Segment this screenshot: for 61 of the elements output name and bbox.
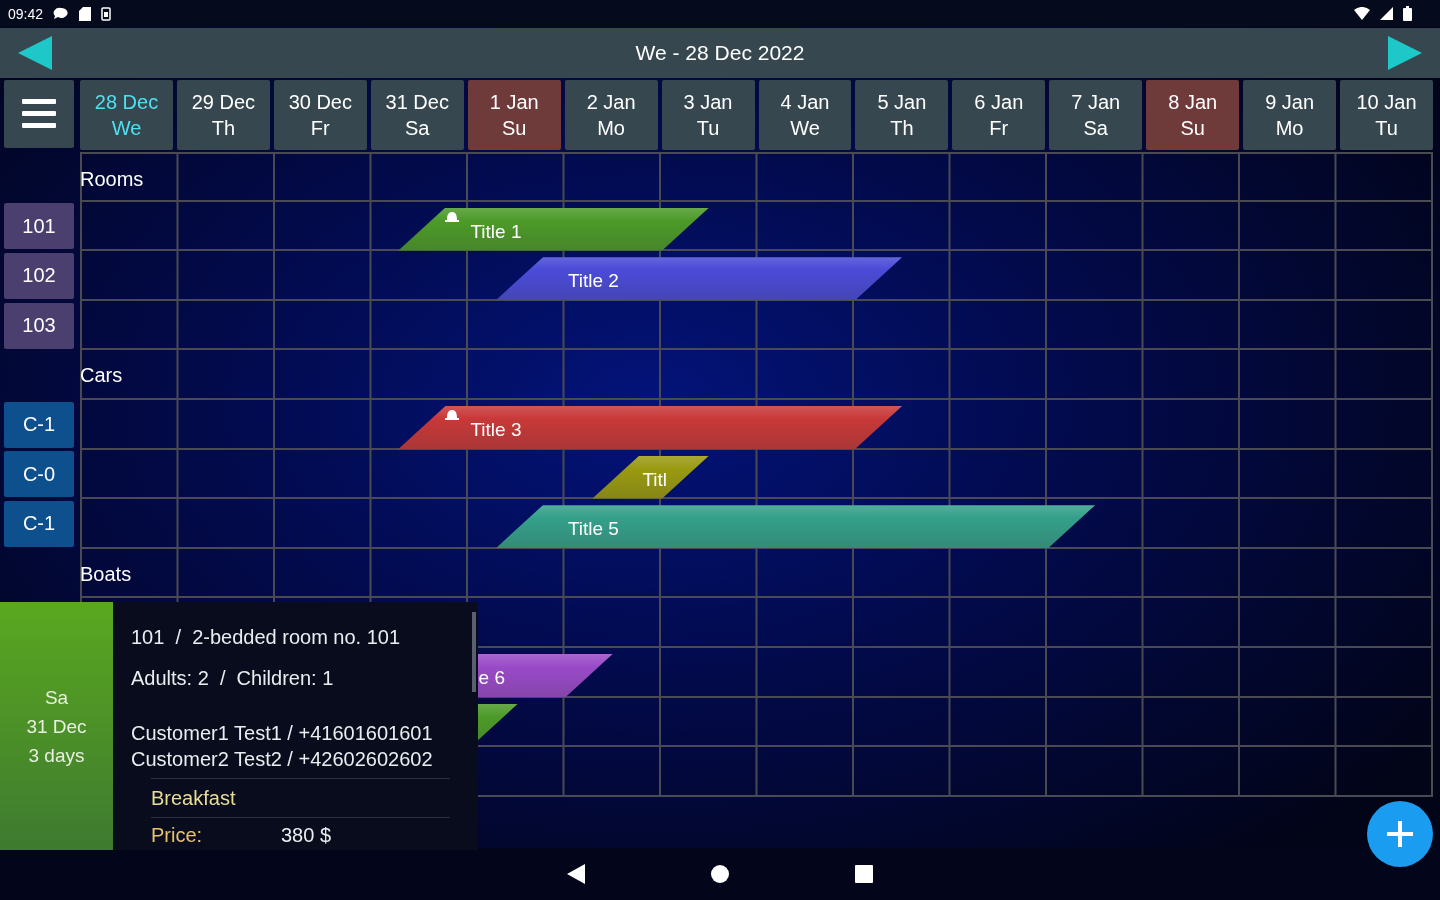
day-tab[interactable]: 30 Dec Fr	[273, 80, 367, 150]
day-tab[interactable]: 31 Dec Sa	[370, 80, 464, 150]
customer-info: Customer1 Test1 / +41601601601	[131, 721, 434, 746]
booking-title: e 6	[478, 666, 506, 689]
booking-title: Title 2	[567, 270, 619, 293]
menu-button[interactable]	[4, 80, 74, 148]
day-tab[interactable]: 3 Jan Tu	[661, 80, 755, 150]
section-label: Cars	[80, 364, 123, 388]
signal-icon	[1380, 7, 1393, 20]
day-tab[interactable]: 6 Jan Fr	[952, 80, 1046, 150]
booking-bar[interactable]: Title 5	[495, 505, 1096, 549]
left-arrow-icon	[18, 35, 54, 71]
sim-icon	[101, 6, 112, 21]
booking-title: Title 5	[567, 518, 619, 541]
resource-label[interactable]: C-0	[4, 451, 74, 498]
popup-duration: 3 days	[28, 743, 85, 768]
booking-bar[interactable]: Title 1	[398, 207, 710, 251]
resource-label[interactable]: C-1	[4, 500, 74, 547]
battery-icon	[1403, 6, 1412, 21]
status-time: 09:42	[8, 5, 44, 22]
resource-label[interactable]: C-1	[4, 401, 74, 448]
section-label: Rooms	[80, 168, 144, 191]
chat-icon	[53, 6, 70, 21]
day-tab[interactable]: 8 Jan Su	[1146, 80, 1240, 150]
booking-bar[interactable]: Title 3	[398, 405, 903, 449]
booking-title: Title 3	[470, 418, 522, 441]
section-label: Boats	[80, 562, 132, 586]
day-tab[interactable]: 28 Dec We	[80, 80, 173, 150]
previous-button[interactable]	[18, 35, 54, 71]
day-tab[interactable]: 9 Jan Mo	[1243, 80, 1337, 150]
day-tab[interactable]: 10 Jan Tu	[1340, 80, 1433, 150]
day-tab[interactable]: 29 Dec Th	[176, 80, 270, 150]
back-icon[interactable]	[567, 864, 585, 884]
day-tab[interactable]: 2 Jan Mo	[564, 80, 658, 150]
right-arrow-icon	[1386, 35, 1422, 71]
resource-label[interactable]: 103	[4, 302, 74, 349]
plus-icon	[1385, 818, 1415, 849]
menu-icon	[22, 98, 56, 130]
day-tab[interactable]: 4 Jan We	[758, 80, 852, 150]
popup-date: 31 Dec	[26, 714, 87, 739]
price-label: Price:	[151, 824, 204, 846]
home-icon[interactable]	[711, 865, 729, 883]
day-tab[interactable]: 7 Jan Sa	[1049, 80, 1143, 150]
guest-info: Adults: 2 / Children: 1	[131, 667, 335, 690]
sd-card-icon	[79, 6, 92, 21]
booking-bar[interactable]: e 6	[476, 653, 613, 697]
booking-title: Titl	[642, 468, 668, 491]
resource-label[interactable]: 101	[4, 203, 74, 250]
booking-title: Title 1	[470, 220, 522, 243]
extra-item: Breakfast	[151, 786, 237, 811]
header-title: We - 28 Dec 2022	[635, 41, 805, 65]
customer-info: Customer2 Test2 / +42602602602	[131, 747, 434, 772]
price-value: 380 $	[281, 824, 332, 846]
resource-label[interactable]: 102	[4, 253, 74, 299]
day-tab[interactable]: 1 Jan Su	[467, 80, 561, 150]
day-tab[interactable]: 5 Jan Th	[855, 80, 949, 150]
wifi-icon	[1354, 7, 1370, 20]
popup-weekday: Sa	[44, 685, 69, 710]
booking-bar[interactable]: Title 2	[495, 257, 903, 301]
room-info: 101 / 2-bedded room no. 101	[131, 626, 402, 649]
next-button[interactable]	[1386, 35, 1422, 71]
